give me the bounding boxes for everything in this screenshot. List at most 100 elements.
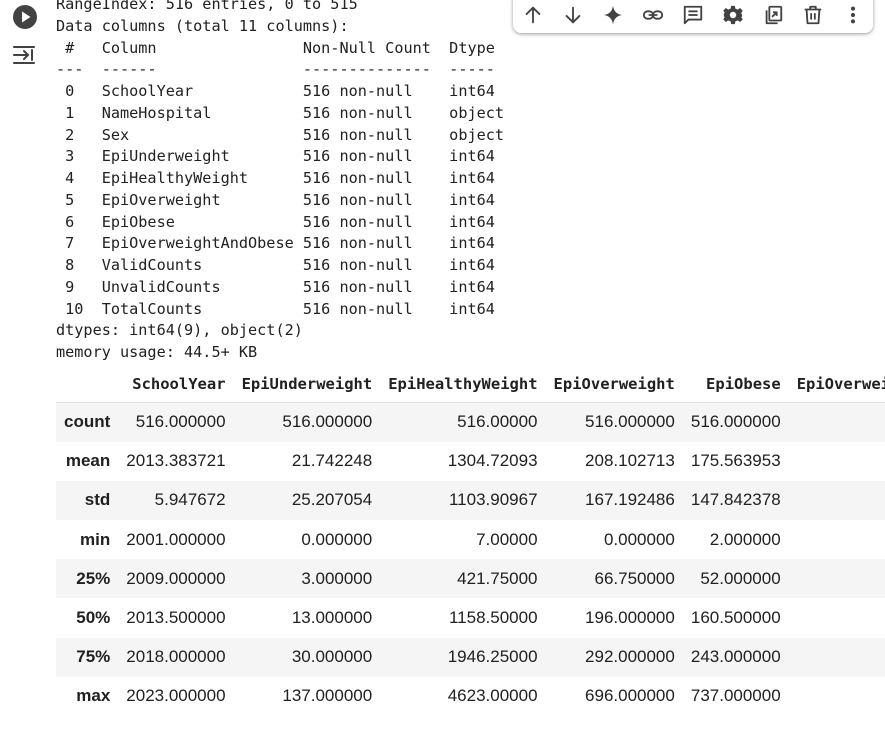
table-cell [789,638,885,677]
info-separator: --- ------ -------------- ----- [56,60,505,79]
arrow-down-icon[interactable] [560,2,586,28]
table-cell: 516.000000 [135,412,226,432]
row-label: mean [65,451,111,471]
info-range-index: RangeIndex: 516 entries, 0 to 515 [56,0,358,13]
info-output: RangeIndex: 516 entries, 0 to 515 Data c… [56,0,504,364]
arrow-up-icon[interactable] [520,2,546,28]
table-row: min 2001.000000 0.000000 7.00000 0.00000… [56,520,885,559]
column-header: SchoolYear [118,366,234,403]
table-cell: 2001.000000 [126,529,226,549]
table-cell: 2018.000000 [126,647,226,667]
comment-icon[interactable] [680,2,706,28]
info-row: 7 EpiOverweightAndObese 516 non-null int… [56,234,505,253]
table-cell: 2023.000000 [126,686,226,706]
table-cell: 243.000000 [690,647,781,667]
table-row: count 516.000000 516.000000 516.00000 51… [56,402,885,442]
cell-toolbar [513,0,873,33]
table-cell: 2009.000000 [126,568,226,588]
table-cell [789,559,885,598]
gear-icon[interactable] [720,2,746,28]
table-cell: 21.742248 [291,451,373,471]
cell-gutter [0,0,50,737]
info-row: 6 EpiObese 516 non-null int64 [56,212,505,231]
index-header [56,366,119,403]
table-cell: 1158.50000 [448,608,538,628]
info-row: 3 EpiUnderweight 516 non-null int64 [56,147,505,166]
column-header: EpiHealthyWeight [380,366,546,403]
info-dtypes: dtypes: int64(9), object(2) [56,321,303,340]
table-cell: 1103.90967 [448,490,538,510]
info-row: 4 EpiHealthyWeight 516 non-null int64 [56,169,505,187]
table-cell: 696.000000 [585,686,675,706]
table-cell: 292.000000 [585,647,675,667]
table-cell: 147.842378 [690,490,781,510]
table-cell: 3.000000 [301,568,373,588]
mirror-cell-icon[interactable] [760,2,786,28]
column-header: EpiObese [682,366,789,403]
info-row: 1 NameHospital 516 non-null object [56,103,505,122]
table-cell: 160.500000 [690,608,781,628]
table-cell: 167.192486 [585,490,675,510]
table-cell: 516.000000 [585,412,675,432]
table-cell: 0.000000 [603,529,675,549]
table-cell: 30.000000 [291,647,373,667]
table-cell [789,520,885,559]
more-vert-icon[interactable] [840,2,866,28]
info-row: 10 TotalCounts 516 non-null int64 [56,299,505,318]
table-cell: 5.947672 [154,490,226,510]
output-collapse-icon[interactable] [12,42,38,68]
row-label: max [76,686,111,706]
table-cell: 25.207054 [291,490,373,510]
column-header: EpiUnderweight [233,366,381,403]
table-cell [789,598,885,637]
info-row: 5 EpiOverweight 516 non-null int64 [56,190,505,209]
table-cell: 2013.500000 [126,608,226,628]
table-row: 75% 2018.000000 30.000000 1946.25000 292… [56,637,885,677]
table-cell: 2013.383721 [126,451,226,471]
row-label: 50% [76,608,111,628]
play-circle-icon[interactable] [12,4,38,30]
info-row: 9 UnvalidCounts 516 non-null int64 [56,277,505,296]
table-cell: 737.000000 [690,686,781,706]
info-memory: memory usage: 44.5+ KB [56,343,258,361]
table-cell: 516.000000 [690,412,781,432]
table-cell: 66.750000 [594,568,675,588]
table-row: std 5.947672 25.207054 1103.90967 167.19… [56,480,885,521]
table-row: 25% 2009.000000 3.000000 421.75000 66.75… [56,559,885,599]
table-cell: 4623.00000 [447,686,538,706]
table-cell: 0.000000 [301,529,373,549]
row-label: std [84,490,111,510]
table-cell: 1946.25000 [447,647,538,667]
table-cell [789,403,885,442]
table-cell: 2.000000 [709,529,781,549]
sparkle-icon[interactable] [600,2,626,28]
info-row: 0 SchoolYear 516 non-null int64 [56,82,505,100]
info-row: 2 Sex 516 non-null object [56,125,505,144]
table-cell: 175.563953 [690,451,781,471]
table-cell: 208.102713 [585,451,675,471]
table-cell: 196.000000 [585,608,675,628]
table-cell: 421.75000 [457,568,538,588]
table-cell: 516.00000 [457,412,538,432]
column-header: EpiOverweight [545,366,683,403]
table-cell [789,677,885,716]
info-row: 8 ValidCounts 516 non-null int64 [56,256,505,274]
table-cell: 52.000000 [700,568,781,588]
describe-table: SchoolYear EpiUnderweight EpiHealthyWeig… [56,366,885,716]
table-cell: 1304.72093 [447,451,538,471]
table-cell [789,442,885,481]
describe-table-scroll[interactable]: SchoolYear EpiUnderweight EpiHealthyWeig… [56,366,885,737]
info-header: # Column Non-Null Count Dtype [56,38,505,57]
row-label: count [64,412,111,432]
table-cell: 137.000000 [282,686,373,706]
table-cell: 13.000000 [291,608,373,628]
trash-icon[interactable] [800,2,826,28]
table-cell [789,481,885,520]
table-row: max 2023.000000 137.000000 4623.00000 69… [56,677,885,716]
table-cell: 7.00000 [476,529,538,549]
table-header-row: SchoolYear EpiUnderweight EpiHealthyWeig… [56,366,885,403]
row-label: 25% [76,568,111,588]
table-row: 50% 2013.500000 13.000000 1158.50000 196… [56,598,885,637]
row-label: min [80,529,111,549]
link-icon[interactable] [640,2,666,28]
